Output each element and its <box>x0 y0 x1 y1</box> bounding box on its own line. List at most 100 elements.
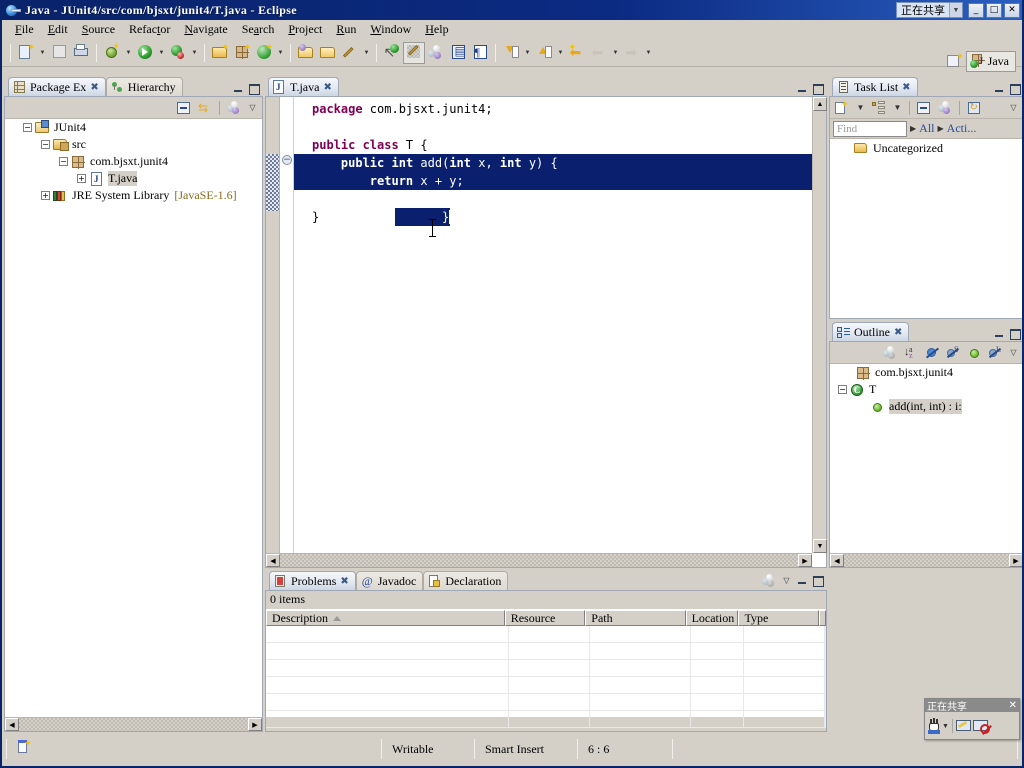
back-dropdown-icon[interactable]: ▼ <box>610 42 621 64</box>
hand-dropdown-icon[interactable]: ▼ <box>942 723 949 730</box>
column-header-description[interactable]: Description <box>266 610 505 626</box>
task-list-maximize-icon[interactable] <box>1009 83 1021 95</box>
run-coverage-icon[interactable] <box>167 42 189 64</box>
column-header-type[interactable]: Type <box>738 610 819 626</box>
outline-tree[interactable]: com.bjsxt.junit4 − C T add(int, int) : i… <box>830 364 1022 567</box>
categorize-dropdown-icon[interactable]: ▼ <box>891 103 904 112</box>
tree-item-tjava[interactable]: + T.java <box>5 170 262 187</box>
new-class-dropdown-icon[interactable]: ▼ <box>275 42 286 64</box>
open-task-icon[interactable] <box>317 42 339 64</box>
task-list-minimize-icon[interactable] <box>994 83 1005 94</box>
view-menu-icon[interactable]: ▽ <box>780 576 793 585</box>
menu-item-window[interactable]: Window <box>363 20 418 39</box>
tab-package-explorer-close-icon[interactable]: ✖ <box>90 82 98 93</box>
column-header-extra[interactable] <box>819 610 826 626</box>
editor-code[interactable]: package com.bjsxt.junit4; public class T… <box>294 97 826 567</box>
perspective-java-button[interactable]: J Java <box>965 50 1016 72</box>
new-java-project-icon[interactable]: ✦ <box>209 42 231 64</box>
hide-static-icon[interactable]: S <box>944 344 962 362</box>
hide-local-icon[interactable]: L <box>986 344 1004 362</box>
hide-fields-icon[interactable] <box>923 344 941 362</box>
problems-table-rows[interactable] <box>266 626 826 728</box>
editor-annotation-ruler[interactable] <box>266 97 280 567</box>
stop-share-icon[interactable] <box>972 719 990 734</box>
editor-text-area[interactable]: − package com.bjsxt.junit4; public class… <box>266 97 827 567</box>
synchronize-icon[interactable]: ↻ <box>965 99 983 117</box>
new-task-icon[interactable]: ✦ <box>833 99 851 117</box>
tab-problems[interactable]: Problems ✖ <box>269 571 356 590</box>
scroll-left-icon[interactable]: ◀ <box>266 554 280 567</box>
package-explorer-minimize-icon[interactable] <box>233 83 244 94</box>
tree-expander[interactable]: − <box>23 123 32 132</box>
screen-share-floating-toolbar[interactable]: 正在共享 ✕ ▼ <box>924 698 1020 740</box>
tab-declaration[interactable]: Declaration <box>423 571 509 590</box>
scroll-right-icon[interactable]: ▶ <box>1009 554 1022 567</box>
view-menu-icon[interactable]: ▽ <box>246 103 259 112</box>
tab-t-java-close-icon[interactable]: ✖ <box>323 82 331 93</box>
show-formatting-icon[interactable]: ¶ <box>469 42 491 64</box>
toggle-mark-occurrences-icon[interactable] <box>403 41 425 64</box>
scroll-down-icon[interactable]: ▼ <box>813 539 827 553</box>
focus-icon[interactable] <box>761 573 776 588</box>
tab-hierarchy[interactable]: Hierarchy <box>105 77 183 96</box>
forward-dropdown-icon[interactable]: ▼ <box>643 42 654 64</box>
task-filter-all[interactable]: All <box>919 121 934 136</box>
view-menu-icon[interactable]: ▽ <box>1007 103 1020 112</box>
link-with-editor-icon[interactable]: ⇆ <box>196 99 214 117</box>
save-icon[interactable] <box>48 42 70 64</box>
tree-item-junit4[interactable]: − JUnit4 <box>5 119 262 136</box>
menu-item-edit[interactable]: Edit <box>41 20 75 39</box>
back-icon[interactable]: ⬅ <box>588 42 610 64</box>
share-float-close-icon[interactable]: ✕ <box>1009 700 1017 711</box>
window-maximize-button[interactable]: □ <box>986 2 1002 18</box>
editor-maximize-icon[interactable] <box>812 83 824 95</box>
tree-expander[interactable]: − <box>41 140 50 149</box>
menu-item-navigate[interactable]: Navigate <box>177 20 234 39</box>
menu-item-search[interactable]: Search <box>235 20 282 39</box>
previous-annotation-dropdown-icon[interactable]: ▼ <box>555 42 566 64</box>
tab-javadoc[interactable]: @ Javadoc <box>355 571 424 590</box>
outline-maximize-icon[interactable] <box>1009 328 1021 340</box>
column-header-resource[interactable]: Resource <box>504 610 586 626</box>
task-list-item-uncategorized[interactable]: Uncategorized <box>830 140 1022 157</box>
hand-pointer-icon[interactable] <box>927 717 941 734</box>
new-task-dropdown-icon[interactable]: ▼ <box>854 103 867 112</box>
scroll-left-icon[interactable]: ◀ <box>5 718 19 731</box>
sort-icon[interactable]: ↓ a z <box>902 344 920 362</box>
scroll-up-icon[interactable]: ▲ <box>813 97 827 111</box>
collapse-all-icon[interactable] <box>175 99 193 117</box>
tree-item-src[interactable]: − src <box>5 136 262 153</box>
window-close-button[interactable]: ✕ <box>1004 2 1020 18</box>
collapse-all-icon[interactable] <box>915 99 933 117</box>
package-explorer-tree[interactable]: − JUnit4 − src − com.bjsxt.junit4 + J T.… <box>5 119 262 731</box>
coverage-dropdown-icon[interactable]: ▼ <box>189 42 200 64</box>
forward-icon[interactable]: ➡ <box>621 42 643 64</box>
window-minimize-button[interactable]: _ <box>968 2 984 18</box>
tree-expander[interactable]: + <box>77 174 86 183</box>
search-icon[interactable]: ↖ <box>381 42 403 64</box>
package-explorer-hscrollbar[interactable]: ◀ ▶ <box>5 717 262 731</box>
share-indicator[interactable]: 正在共享 ▼ <box>896 2 963 18</box>
task-list-find-input[interactable]: Find <box>833 120 907 137</box>
run-icon[interactable] <box>134 42 156 64</box>
task-list-items[interactable]: Uncategorized <box>830 140 1022 318</box>
next-annotation-icon[interactable] <box>500 42 522 64</box>
view-menu-icon[interactable]: ▽ <box>1007 348 1020 357</box>
debug-icon[interactable]: ✦ <box>101 42 123 64</box>
new-package-icon[interactable]: ✦ <box>231 42 253 64</box>
share-screen-icon[interactable] <box>955 719 972 733</box>
new-class-icon[interactable]: ✦ <box>253 42 275 64</box>
tab-outline-close-icon[interactable]: ✖ <box>894 327 902 338</box>
editor-vscrollbar[interactable]: ▲ ▼ <box>812 97 827 553</box>
column-header-location[interactable]: Location <box>685 610 739 626</box>
tree-item-package[interactable]: − com.bjsxt.junit4 <box>5 153 262 170</box>
tree-expander[interactable]: + <box>41 191 50 200</box>
annotation-icon[interactable] <box>339 42 361 64</box>
outline-item-class-t[interactable]: − C T <box>830 381 1022 398</box>
print-icon[interactable] <box>70 42 92 64</box>
menu-item-run[interactable]: Run <box>329 20 363 39</box>
editor-hscrollbar[interactable]: ◀ ▶ <box>266 553 812 567</box>
last-edit-location-icon[interactable]: ⬅ ✦ <box>566 42 588 64</box>
column-header-path[interactable]: Path <box>585 610 686 626</box>
new-dropdown-icon[interactable]: ▼ <box>37 42 48 64</box>
